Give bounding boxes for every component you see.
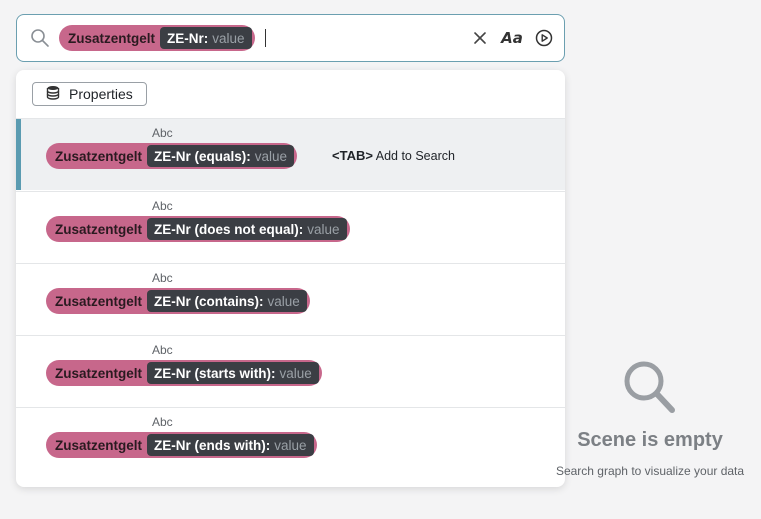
suggestion-chip: Zusatzentgelt ZE-Nr (does not equal): va…: [46, 216, 350, 242]
search-filter-chip[interactable]: Zusatzentgelt ZE-Nr: value: [59, 25, 255, 51]
suggestion-item-ends-with[interactable]: Abc Zusatzentgelt ZE-Nr (ends with): val…: [16, 407, 565, 479]
close-icon[interactable]: [470, 28, 490, 48]
chip-value-placeholder: value: [254, 148, 288, 164]
chip-property-tag: ZE-Nr (equals): value: [147, 145, 295, 167]
chip-property-tag: ZE-Nr (ends with): value: [147, 434, 314, 456]
chip-property-tag: ZE-Nr (contains): value: [147, 290, 307, 312]
suggestion-item-contains[interactable]: Abc Zusatzentgelt ZE-Nr (contains): valu…: [16, 263, 565, 335]
chip-property-label: ZE-Nr (contains):: [154, 293, 264, 309]
play-circle-icon[interactable]: [534, 28, 554, 48]
tab-hint-text: Add to Search: [375, 149, 455, 163]
suggestion-item-equals[interactable]: Abc Zusatzentgelt ZE-Nr (equals): value …: [16, 118, 565, 190]
chip-entity-label: Zusatzentgelt: [55, 148, 143, 164]
chip-property-tag: ZE-Nr (does not equal): value: [147, 218, 347, 240]
chip-entity-label: Zusatzentgelt: [68, 30, 156, 46]
suggestion-chip: Zusatzentgelt ZE-Nr (contains): value: [46, 288, 310, 314]
suggestion-type-label: Abc: [152, 343, 173, 357]
suggestion-item-starts-with[interactable]: Abc Zusatzentgelt ZE-Nr (starts with): v…: [16, 335, 565, 407]
chip-property-label: ZE-Nr (ends with):: [154, 437, 271, 453]
tab-key-label: <TAB>: [332, 148, 373, 163]
text-cursor: [264, 29, 266, 47]
chip-value-placeholder: value: [307, 221, 340, 237]
chip-value-placeholder: value: [212, 30, 245, 46]
match-case-icon[interactable]: Aa: [501, 28, 523, 48]
chip-property-label: ZE-Nr (starts with):: [154, 365, 276, 381]
suggestion-chip: Zusatzentgelt ZE-Nr (equals): value: [46, 143, 298, 169]
chip-entity-label: Zusatzentgelt: [55, 221, 143, 237]
suggestion-type-label: Abc: [152, 415, 173, 429]
chip-value-placeholder: value: [267, 293, 300, 309]
chip-entity-label: Zusatzentgelt: [55, 293, 143, 309]
database-icon: [46, 85, 60, 103]
chip-property-tag: ZE-Nr (starts with): value: [147, 362, 319, 384]
empty-state-title: Scene is empty: [577, 429, 723, 451]
magnifier-icon: [540, 355, 760, 419]
properties-label: Properties: [69, 86, 133, 102]
empty-state-subtitle: Search graph to visualize your data: [555, 464, 745, 478]
suggestion-type-label: Abc: [152, 271, 173, 285]
tab-hint: <TAB> Add to Search: [332, 148, 455, 163]
suggestion-item-not-equal[interactable]: Abc Zusatzentgelt ZE-Nr (does not equal)…: [16, 191, 565, 263]
chip-value-placeholder: value: [274, 437, 307, 453]
chip-entity-label: Zusatzentgelt: [55, 437, 143, 453]
suggestion-chip: Zusatzentgelt ZE-Nr (starts with): value: [46, 360, 322, 386]
chip-value-placeholder: value: [279, 365, 312, 381]
suggestions-dropdown: Properties Abc Zusatzentgelt ZE-Nr (equa…: [16, 70, 565, 487]
chip-entity-label: Zusatzentgelt: [55, 365, 143, 381]
chip-property-label: ZE-Nr (equals):: [154, 148, 251, 164]
chip-property-label: ZE-Nr (does not equal):: [154, 221, 304, 237]
search-actions: Aa: [470, 28, 554, 48]
chip-property-tag: ZE-Nr: value: [160, 27, 252, 49]
search-icon: [29, 27, 51, 49]
suggestion-type-label: Abc: [152, 126, 173, 140]
empty-state: Scene is empty Search graph to visualize…: [540, 355, 760, 478]
search-bar[interactable]: Zusatzentgelt ZE-Nr: value Aa: [16, 14, 565, 62]
suggestion-type-label: Abc: [152, 199, 173, 213]
properties-button[interactable]: Properties: [32, 82, 147, 106]
chip-property-label: ZE-Nr:: [167, 30, 209, 46]
suggestion-chip: Zusatzentgelt ZE-Nr (ends with): value: [46, 432, 317, 458]
